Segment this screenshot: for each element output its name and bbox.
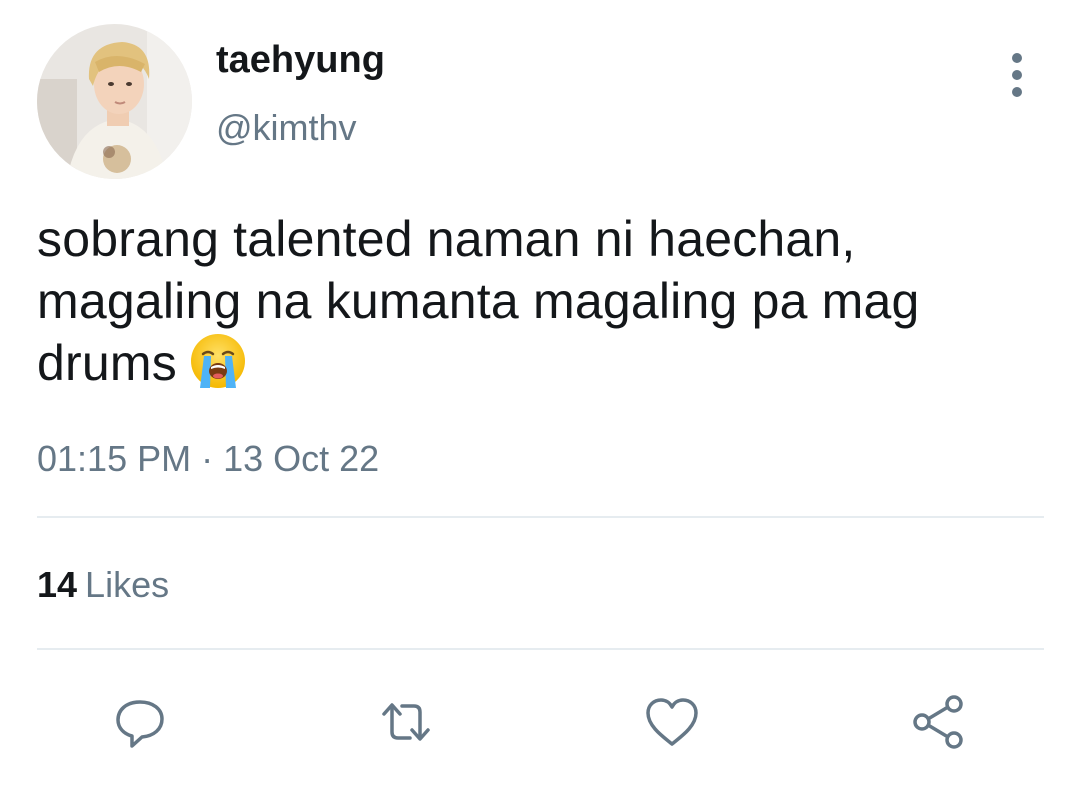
tweet-text-line-with-emoji: drums [37,332,1047,394]
display-name[interactable]: taehyung [216,37,385,83]
tweet-text-line: sobrang talented naman ni haechan, [37,211,856,267]
divider [37,516,1044,518]
avatar-photo [37,24,192,179]
reply-button[interactable] [108,690,172,754]
tweet-text: sobrang talented naman ni haechan, magal… [37,208,1047,394]
likes-summary[interactable]: 14 Likes [37,563,169,607]
heart-icon [646,698,698,746]
share-button[interactable] [906,690,970,754]
more-options-button[interactable] [996,50,1038,100]
likes-label: Likes [85,564,170,605]
divider [37,648,1044,650]
tweet-text-line: magaling na kumanta magaling pa mag [37,273,920,329]
like-button[interactable] [640,690,704,754]
reply-icon [116,700,164,748]
retweet-button[interactable] [374,690,438,754]
avatar[interactable] [37,24,192,179]
loudly-crying-face-icon [190,334,245,388]
likes-count: 14 [37,564,78,605]
more-options-dot [1012,87,1022,97]
tweet-timestamp: 01:15 PM · 13 Oct 22 [37,438,380,479]
more-options-dot [1012,70,1022,80]
user-handle[interactable]: @kimthv [216,106,357,150]
tweet-text-line: drums [37,335,177,391]
retweet-icon [382,703,430,741]
share-icon [913,695,963,749]
more-options-icon [1012,53,1022,63]
